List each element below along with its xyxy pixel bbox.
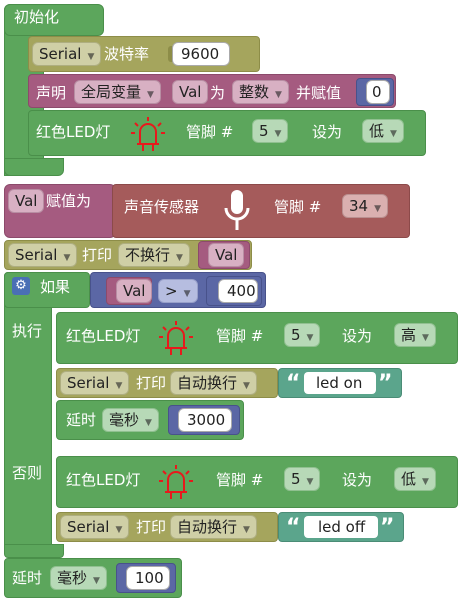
scope-dropdown[interactable]: 全局变量 ▼	[74, 80, 161, 104]
gear-icon[interactable]: ⚙	[12, 277, 30, 295]
dropdown-arrow-icon: ▼	[87, 52, 95, 62]
dropdown-arrow-icon: ▼	[115, 381, 123, 391]
compare-var-field[interactable]: Val	[116, 279, 153, 303]
dropdown-arrow-icon: ▼	[63, 253, 71, 263]
microphone-icon	[222, 188, 252, 234]
set-label: 设为	[312, 123, 343, 141]
then-print-port-dropdown[interactable]: Serial ▼	[60, 371, 130, 395]
do-label: 执行	[12, 322, 43, 340]
else-print-label: 打印	[136, 518, 167, 536]
else-pin-label: 管脚 #	[216, 471, 264, 489]
loop-delay-value[interactable]: 100	[126, 566, 170, 590]
else-text-value: led off	[318, 518, 366, 536]
declare-value[interactable]: 0	[366, 80, 390, 104]
serial-port-dropdown[interactable]: Serial ▼	[32, 42, 102, 66]
else-pin-dropdown[interactable]: 5 ▼	[284, 467, 321, 491]
assign-var-field[interactable]: Val	[8, 189, 45, 213]
dropdown-arrow-icon: ▼	[374, 204, 382, 214]
assign-label: 并赋值	[296, 84, 342, 102]
else-print-port-dropdown[interactable]: Serial ▼	[60, 515, 130, 539]
dropdown-arrow-icon: ▼	[422, 333, 429, 343]
loop-delay-label: 延时	[12, 569, 43, 587]
else-print-mode-dropdown[interactable]: 自动换行 ▼	[170, 515, 257, 539]
then-delay-unit-dropdown[interactable]: 毫秒 ▼	[102, 408, 159, 432]
declare-label: 声明	[36, 84, 67, 102]
quote-close-icon: ”	[380, 515, 395, 540]
print-label: 打印	[82, 246, 113, 264]
pin-label: 管脚 #	[186, 123, 234, 141]
dropdown-arrow-icon: ▼	[243, 381, 250, 391]
then-delay-label: 延时	[66, 411, 97, 429]
then-text-value: led on	[316, 374, 363, 392]
sound-pin-label: 管脚 #	[274, 198, 322, 216]
else-state-dropdown[interactable]: 低 ▼	[394, 467, 436, 491]
if-label: 如果	[40, 278, 71, 296]
var-name-field[interactable]: Val	[172, 80, 209, 104]
init-block-foot	[4, 158, 64, 176]
dropdown-arrow-icon: ▼	[145, 418, 152, 428]
dropdown-arrow-icon: ▼	[274, 129, 282, 139]
if-footer	[4, 544, 64, 558]
then-print-mode-dropdown[interactable]: 自动换行 ▼	[170, 371, 257, 395]
dropdown-arrow-icon: ▼	[306, 333, 314, 343]
baud-value[interactable]: 9600	[172, 42, 230, 66]
else-set-label: 设为	[342, 471, 373, 489]
dropdown-arrow-icon: ▼	[147, 90, 154, 100]
state-dropdown[interactable]: 低 ▼	[362, 119, 404, 143]
dropdown-arrow-icon: ▼	[115, 525, 123, 535]
assign-to-label: 赋值为	[46, 192, 92, 210]
dropdown-arrow-icon: ▼	[390, 129, 397, 139]
print-port-dropdown[interactable]: Serial ▼	[8, 243, 78, 267]
quote-open-icon: “	[286, 515, 301, 540]
led-icon	[128, 114, 168, 154]
then-delay-value[interactable]: 3000	[178, 408, 232, 432]
dropdown-arrow-icon: ▼	[243, 525, 250, 535]
print-var-field[interactable]: Val	[208, 243, 245, 267]
sound-pin-dropdown[interactable]: 34 ▼	[342, 194, 389, 218]
dropdown-arrow-icon: ▼	[183, 289, 191, 299]
dropdown-arrow-icon: ▼	[422, 477, 429, 487]
then-pin-dropdown[interactable]: 5 ▼	[284, 323, 321, 347]
if-block[interactable]	[4, 272, 52, 556]
then-state-dropdown[interactable]: 高 ▼	[394, 323, 436, 347]
then-set-label: 设为	[342, 327, 373, 345]
pin-dropdown[interactable]: 5 ▼	[252, 119, 289, 143]
quote-close-icon: ”	[378, 371, 393, 396]
type-dropdown[interactable]: 整数 ▼	[232, 80, 289, 104]
then-led-label: 红色LED灯	[66, 327, 141, 345]
then-pin-label: 管脚 #	[216, 327, 264, 345]
dropdown-arrow-icon: ▼	[306, 477, 314, 487]
init-title: 初始化	[14, 8, 60, 26]
baud-label: 波特率	[104, 45, 150, 63]
else-led-label: 红色LED灯	[66, 471, 141, 489]
then-print-label: 打印	[136, 374, 167, 392]
compare-op-dropdown[interactable]: > ▼	[158, 279, 198, 303]
loop-delay-unit-dropdown[interactable]: 毫秒 ▼	[50, 566, 107, 590]
led-label: 红色LED灯	[36, 123, 111, 141]
dropdown-arrow-icon: ▼	[93, 576, 100, 586]
led-icon	[156, 316, 196, 360]
quote-open-icon: “	[286, 371, 301, 396]
else-label: 否则	[12, 464, 43, 482]
as-label: 为	[210, 84, 226, 102]
dropdown-arrow-icon: ▼	[176, 253, 183, 263]
sound-sensor-label: 声音传感器	[124, 198, 200, 216]
compare-value[interactable]: 400	[218, 279, 258, 303]
dropdown-arrow-icon: ▼	[275, 90, 282, 100]
print-mode-dropdown[interactable]: 不换行 ▼	[118, 243, 190, 267]
led-icon	[156, 460, 196, 504]
